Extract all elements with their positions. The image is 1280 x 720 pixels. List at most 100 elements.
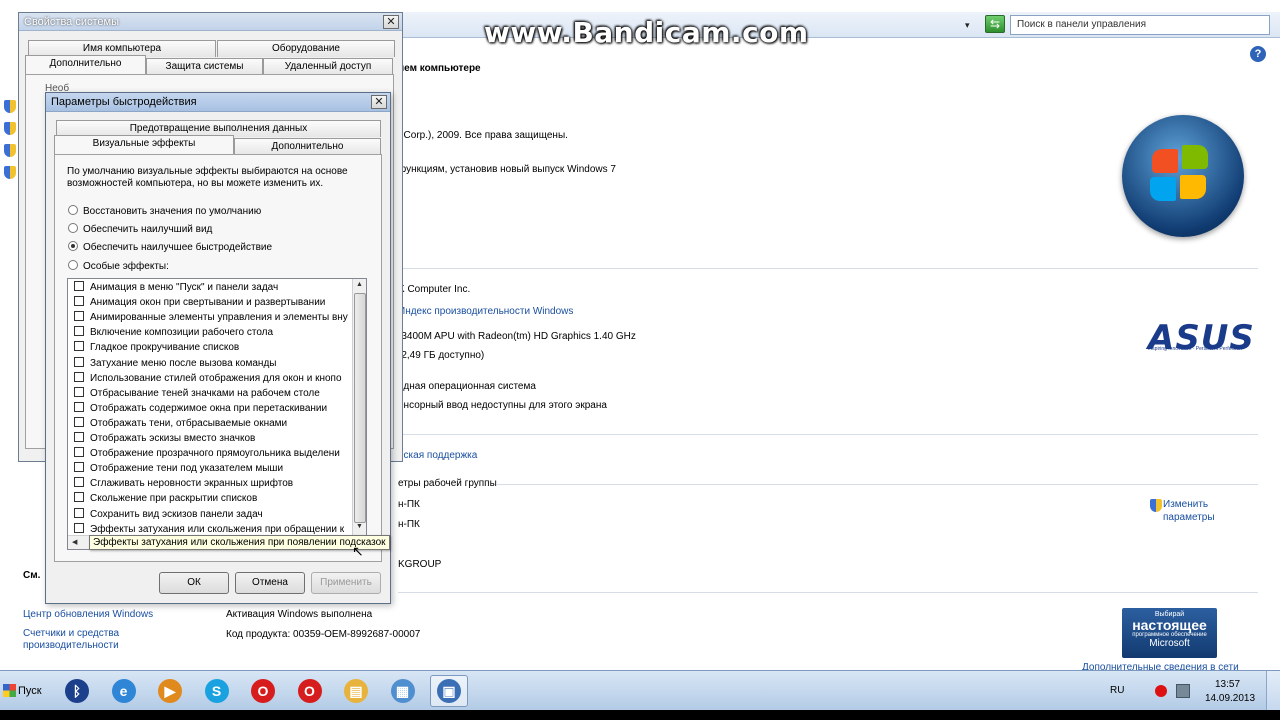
taskbar-skype[interactable]: S (198, 675, 236, 707)
effect-item[interactable]: Отображение прозрачного прямоугольника в… (74, 447, 340, 462)
tab-advanced[interactable]: Дополнительно (234, 138, 381, 155)
effect-item[interactable]: Гладкое прокручивание списков (74, 341, 239, 356)
effect-label: Использование стилей отображения для око… (90, 372, 342, 384)
effect-item[interactable]: Анимация в меню "Пуск" и панели задач (74, 281, 278, 296)
scroll-up-icon[interactable]: ▲ (356, 281, 363, 288)
effect-label: Отображать эскизы вместо значков (90, 433, 256, 444)
checkbox[interactable] (74, 447, 84, 458)
radio-custom[interactable]: Особые эффекты: (68, 260, 169, 272)
checkbox[interactable] (74, 371, 84, 382)
tab-hardware[interactable]: Оборудование (217, 40, 395, 57)
checkbox[interactable] (74, 296, 84, 307)
refresh-icon[interactable]: ⇆ (985, 15, 1005, 33)
perf-counters-link[interactable]: Счетчики и средства (23, 628, 119, 639)
cancel-button[interactable]: Отмена (235, 572, 305, 594)
change-settings-link-line2[interactable]: параметры (1163, 512, 1215, 523)
effect-item[interactable]: Использование стилей отображения для око… (74, 371, 342, 387)
apply-button[interactable]: Применить (311, 572, 381, 594)
checkbox[interactable] (74, 416, 84, 427)
taskbar-opera-2[interactable]: O (291, 675, 329, 707)
checkbox[interactable] (74, 356, 84, 367)
tab-remote[interactable]: Удаленный доступ (263, 58, 393, 75)
taskbar-bluetooth[interactable]: ᛒ (58, 675, 96, 707)
vertical-scrollbar[interactable]: ▲ ▼ (352, 279, 366, 535)
history-dropdown-icon[interactable]: ▾ (965, 20, 970, 31)
taskbar-opera-1[interactable]: O (244, 675, 282, 707)
effects-list[interactable]: Анимация в меню "Пуск" и панели задач Ани… (67, 278, 367, 550)
radio-icon[interactable] (68, 205, 78, 215)
effect-label: Отображение тени под указателем мыши (90, 463, 284, 475)
effect-item[interactable]: Отображение тени под указателем мыши (74, 462, 283, 477)
checkbox[interactable] (74, 477, 84, 488)
taskbar-system-window[interactable]: ▣ (430, 675, 468, 707)
effect-label: Гладкое прокручивание списков (90, 342, 240, 354)
upgrade-link[interactable]: функциям, установив новый выпуск Windows… (398, 164, 616, 175)
effect-item[interactable]: Отображать эскизы вместо значков (74, 432, 255, 447)
language-indicator[interactable]: RU (1110, 685, 1124, 696)
checkbox[interactable] (74, 522, 84, 533)
effect-item[interactable]: Сохранить вид эскизов панели задач (74, 507, 263, 523)
show-desktop-button[interactable] (1266, 671, 1280, 711)
effect-label: Включение композиции рабочего стола (90, 327, 274, 339)
support-link[interactable]: еская поддержка (398, 450, 477, 461)
scrollbar-thumb[interactable] (354, 293, 366, 523)
windows-update-link[interactable]: Центр обновления Windows (23, 609, 153, 620)
effect-item[interactable]: Отбрасывание теней значками на рабочем с… (74, 386, 320, 402)
shield-icon (4, 144, 16, 157)
effect-item[interactable]: Анимация окон при свертывании и разверты… (74, 296, 325, 311)
taskbar-control-panel[interactable]: ▦ (384, 675, 422, 707)
radio-restore-defaults[interactable]: Восстановить значения по умолчанию (68, 205, 261, 217)
clock-time[interactable]: 13:57 (1215, 679, 1240, 690)
checkbox[interactable] (74, 492, 84, 503)
taskbar-internet-explorer[interactable]: e (105, 675, 143, 707)
radio-icon[interactable] (68, 223, 78, 233)
radio-icon[interactable] (68, 241, 78, 251)
see-also-heading: См. (23, 570, 41, 581)
taskbar-media-player[interactable]: ▶ (151, 675, 189, 707)
start-button[interactable]: Пуск (0, 679, 46, 703)
effect-item[interactable]: Отображать содержимое окна при перетаски… (74, 401, 327, 417)
change-settings-link[interactable]: Изменить (1163, 499, 1208, 510)
search-input[interactable]: Поиск в панели управления (1010, 15, 1270, 35)
rating-link[interactable]: Индекс производительности Windows (398, 306, 573, 317)
effect-item[interactable]: Сглаживать неровности экранных шрифтов (74, 477, 293, 492)
checkbox[interactable] (74, 326, 84, 337)
taskbar-explorer[interactable]: ▤ (337, 675, 375, 707)
help-icon[interactable]: ? (1250, 46, 1266, 62)
radio-icon[interactable] (68, 260, 78, 270)
checkbox[interactable] (74, 462, 84, 473)
checkbox[interactable] (74, 281, 84, 291)
effect-item[interactable]: Скольжение при раскрытии списков (74, 492, 257, 507)
tab-advanced[interactable]: Дополнительно (25, 55, 146, 74)
scroll-left-icon[interactable]: ◀ (72, 538, 77, 546)
close-icon[interactable]: ✕ (383, 15, 399, 29)
tab-system-protection[interactable]: Защита системы (146, 58, 263, 75)
radio-best-appearance[interactable]: Обеспечить наилучший вид (68, 223, 212, 235)
checkbox[interactable] (74, 386, 84, 397)
checkbox[interactable] (74, 507, 84, 518)
checkbox[interactable] (74, 341, 84, 352)
clock-date[interactable]: 14.09.2013 (1205, 693, 1255, 704)
system-type-value: ядная операционная система (398, 381, 536, 392)
checkbox[interactable] (74, 311, 84, 322)
effect-item[interactable]: Отображать тени, отбрасываемые окнами (74, 416, 287, 432)
genuine-microsoft-badge[interactable]: Выбирай настоящее программное обеспечени… (1122, 608, 1217, 658)
ok-button[interactable]: ОК (159, 572, 229, 594)
checkbox[interactable] (74, 401, 84, 412)
record-icon[interactable] (1155, 685, 1167, 697)
tooltip: Эффекты затухания или скольжения при поя… (89, 535, 390, 550)
tab-visual-effects[interactable]: Визуальные эффекты (54, 135, 234, 154)
radio-best-performance[interactable]: Обеспечить наилучшее быстродействие (68, 241, 272, 253)
network-icon[interactable] (1176, 684, 1190, 698)
effect-item[interactable]: Включение композиции рабочего стола (74, 326, 273, 341)
divider (398, 592, 1258, 593)
scroll-down-icon[interactable]: ▼ (356, 523, 363, 530)
close-icon[interactable]: ✕ (371, 95, 387, 109)
checkbox[interactable] (74, 432, 84, 442)
effect-item[interactable]: Затухание меню после вызова команды (74, 356, 276, 372)
description-line1: По умолчанию визуальные эффекты выбирают… (67, 166, 348, 177)
computer-name-value: н-ПК (398, 499, 420, 510)
perf-counters-link-line2[interactable]: производительности (23, 640, 119, 651)
copyright-text: t Corp.), 2009. Все права защищены. (398, 130, 568, 141)
effect-item[interactable]: Анимированные элементы управления и элем… (74, 311, 348, 326)
